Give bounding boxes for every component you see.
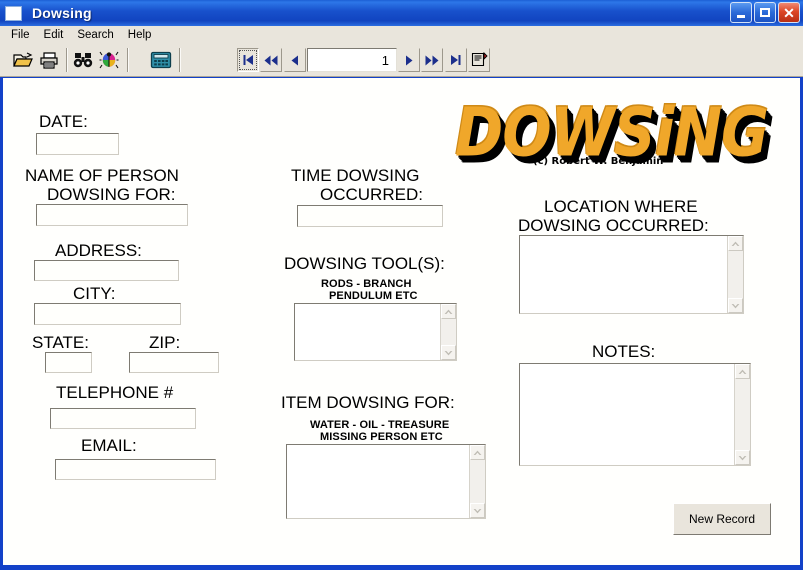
nav-next-page-button[interactable] xyxy=(421,48,443,72)
notes-scrollbar[interactable] xyxy=(734,364,750,465)
maximize-icon xyxy=(760,8,770,17)
toolbar-separator-2 xyxy=(127,48,129,72)
menu-item-search[interactable]: Search xyxy=(70,28,120,42)
menu-bar: File Edit Search Help xyxy=(0,26,803,44)
label-state: STATE: xyxy=(32,333,89,352)
menu-item-edit[interactable]: Edit xyxy=(37,28,71,42)
nav-last-button[interactable] xyxy=(445,48,467,72)
label-city: CITY: xyxy=(73,284,116,303)
label-dowsing-tools: DOWSING TOOL(S): xyxy=(284,254,445,273)
title-bar: Dowsing ✕ xyxy=(0,0,803,26)
label-item-dowsing: ITEM DOWSING FOR: xyxy=(281,393,455,412)
item-scrollbar[interactable] xyxy=(469,445,485,518)
tools-scroll-up-button[interactable] xyxy=(441,304,456,319)
label-zip: ZIP: xyxy=(149,333,181,352)
item-scroll-up-button[interactable] xyxy=(470,445,485,460)
close-button[interactable]: ✕ xyxy=(778,2,800,23)
label-telephone: TELEPHONE # xyxy=(56,383,174,402)
city-input[interactable] xyxy=(34,303,181,325)
toolbar-separator-3 xyxy=(179,48,181,72)
calculator-icon[interactable] xyxy=(150,49,172,71)
menu-item-help[interactable]: Help xyxy=(121,28,159,42)
label-time-line2: OCCURRED: xyxy=(320,185,423,204)
name-input[interactable] xyxy=(36,204,188,226)
nav-next-button[interactable] xyxy=(398,48,420,72)
edit-record-icon[interactable] xyxy=(468,48,490,72)
tools-scroll-down-button[interactable] xyxy=(441,345,456,360)
label-name-line1: NAME OF PERSON xyxy=(25,166,179,185)
toolbar-separator xyxy=(66,48,68,72)
nav-prev-page-button[interactable] xyxy=(260,48,282,72)
label-notes: NOTES: xyxy=(592,342,656,361)
nav-prev-button[interactable] xyxy=(284,48,306,72)
toolbar: 1 xyxy=(0,44,803,77)
record-number-input[interactable]: 1 xyxy=(307,48,397,72)
minimize-button[interactable] xyxy=(730,2,752,23)
binoculars-icon[interactable] xyxy=(72,49,94,71)
zip-input[interactable] xyxy=(129,352,219,373)
location-scroll-up-button[interactable] xyxy=(728,236,743,251)
print-icon[interactable] xyxy=(38,49,60,71)
email-input[interactable] xyxy=(55,459,216,480)
copyright-text: (c) Robert W. Benjamin xyxy=(533,156,664,167)
new-record-button[interactable]: New Record xyxy=(673,503,771,535)
label-time-line1: TIME DOWSING xyxy=(291,166,420,185)
time-input[interactable] xyxy=(297,205,443,227)
label-address: ADDRESS: xyxy=(55,241,142,260)
minimize-icon xyxy=(737,14,745,18)
close-icon: ✕ xyxy=(783,4,795,21)
notes-scroll-down-button[interactable] xyxy=(735,450,750,465)
telephone-input[interactable] xyxy=(50,408,196,429)
menu-item-file[interactable]: File xyxy=(4,28,37,42)
notes-textarea[interactable] xyxy=(519,363,751,466)
ladybug-icon[interactable] xyxy=(98,49,120,71)
label-date: DATE: xyxy=(39,112,88,131)
form-canvas: DOWSiNG (c) Robert W. Benjamin DATE: NAM… xyxy=(3,78,800,565)
window-document-icon xyxy=(5,5,22,21)
location-scroll-down-button[interactable] xyxy=(728,298,743,313)
item-dowsing-textarea[interactable] xyxy=(286,444,486,519)
location-textarea[interactable] xyxy=(519,235,744,314)
label-name-line2: DOWSING FOR: xyxy=(47,185,176,204)
dowsing-tools-textarea[interactable] xyxy=(294,303,457,361)
window-title: Dowsing xyxy=(32,5,92,21)
date-input[interactable] xyxy=(36,133,119,155)
tools-scrollbar[interactable] xyxy=(440,304,456,360)
nav-first-button[interactable] xyxy=(237,48,259,72)
address-input[interactable] xyxy=(34,260,179,281)
window-controls: ✕ xyxy=(730,2,800,23)
notes-scroll-up-button[interactable] xyxy=(735,364,750,379)
item-scroll-down-button[interactable] xyxy=(470,503,485,518)
maximize-button[interactable] xyxy=(754,2,776,23)
application-window: Dowsing ✕ File Edit Search Help 1 DOWSiN… xyxy=(0,0,803,570)
location-scrollbar[interactable] xyxy=(727,236,743,313)
label-email: EMAIL: xyxy=(81,436,137,455)
label-location-line2: DOWSING OCCURRED: xyxy=(518,216,709,235)
open-folder-icon[interactable] xyxy=(12,49,34,71)
label-location-line1: LOCATION WHERE xyxy=(544,197,698,216)
state-input[interactable] xyxy=(45,352,92,373)
